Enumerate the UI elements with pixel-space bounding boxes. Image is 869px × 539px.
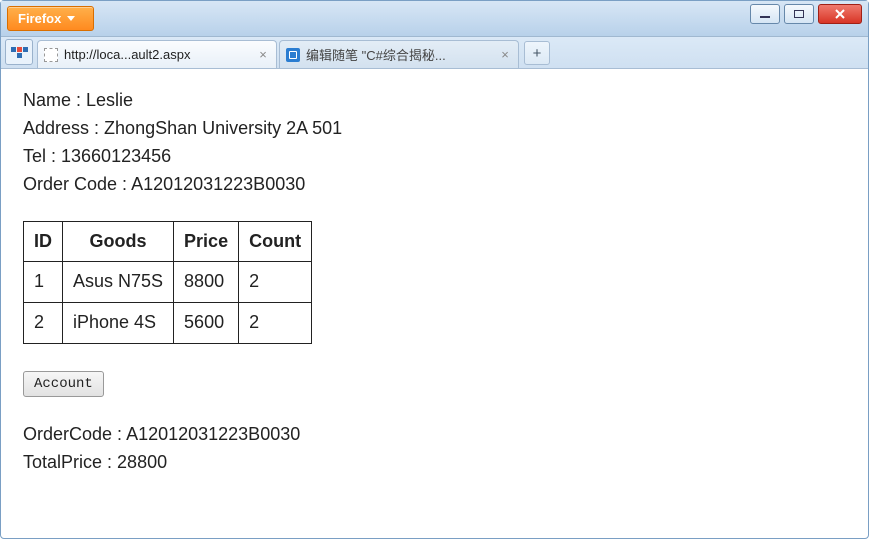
window-controls (750, 4, 862, 24)
result-ordercode-value: A12012031223B0030 (126, 424, 300, 444)
page-favicon-icon (286, 48, 300, 62)
result-totalprice-line: TotalPrice : 28800 (23, 449, 846, 477)
result-block: OrderCode : A12012031223B0030 TotalPrice… (23, 421, 846, 477)
dropdown-arrow-icon (67, 16, 75, 21)
result-ordercode-label: OrderCode : (23, 424, 126, 444)
tab-groups-button[interactable] (5, 39, 33, 65)
firefox-menu-button[interactable]: Firefox (7, 6, 94, 31)
grid-icon (11, 47, 16, 52)
tab-1[interactable]: http://loca...ault2.aspx × (37, 40, 277, 68)
close-button[interactable] (818, 4, 862, 24)
address-label: Address : (23, 118, 104, 138)
address-value: ZhongShan University 2A 501 (104, 118, 342, 138)
tab-title: http://loca...ault2.aspx (64, 47, 250, 62)
new-tab-button[interactable]: + (524, 41, 550, 65)
page-content: Name : Leslie Address : ZhongShan Univer… (1, 69, 868, 495)
cell-goods: Asus N75S (63, 262, 174, 303)
tab-2[interactable]: 编辑随笔 "C#综合揭秘... × (279, 40, 519, 68)
table-header-row: ID Goods Price Count (24, 221, 312, 262)
plus-icon: + (533, 45, 542, 62)
address-line: Address : ZhongShan University 2A 501 (23, 115, 846, 143)
tabbar: http://loca...ault2.aspx × 编辑随笔 "C#综合揭秘.… (1, 37, 868, 69)
order-table: ID Goods Price Count 1 Asus N75S 8800 2 … (23, 221, 312, 345)
cell-goods: iPhone 4S (63, 303, 174, 344)
order-info-block: Name : Leslie Address : ZhongShan Univer… (23, 87, 846, 199)
table-row: 2 iPhone 4S 5600 2 (24, 303, 312, 344)
th-goods: Goods (63, 221, 174, 262)
maximize-icon (794, 10, 804, 18)
cell-price: 5600 (174, 303, 239, 344)
result-ordercode-line: OrderCode : A12012031223B0030 (23, 421, 846, 449)
result-totalprice-label: TotalPrice : (23, 452, 117, 472)
cell-price: 8800 (174, 262, 239, 303)
ordercode-value: A12012031223B0030 (131, 174, 305, 194)
name-label: Name : (23, 90, 86, 110)
tab-title: 编辑随笔 "C#综合揭秘... (306, 45, 492, 64)
th-price: Price (174, 221, 239, 262)
minimize-icon (760, 16, 770, 18)
cell-count: 2 (239, 303, 312, 344)
th-count: Count (239, 221, 312, 262)
ordercode-line: Order Code : A12012031223B0030 (23, 171, 846, 199)
maximize-button[interactable] (784, 4, 814, 24)
account-button[interactable]: Account (23, 371, 104, 397)
cell-id: 1 (24, 262, 63, 303)
tel-value: 13660123456 (61, 146, 171, 166)
name-value: Leslie (86, 90, 133, 110)
th-id: ID (24, 221, 63, 262)
page-favicon-icon (44, 48, 58, 62)
titlebar: Firefox (1, 1, 868, 37)
name-line: Name : Leslie (23, 87, 846, 115)
tab-close-button[interactable]: × (498, 47, 512, 62)
table-row: 1 Asus N75S 8800 2 (24, 262, 312, 303)
tel-label: Tel : (23, 146, 61, 166)
firefox-menu-label: Firefox (18, 11, 61, 26)
tel-line: Tel : 13660123456 (23, 143, 846, 171)
result-totalprice-value: 28800 (117, 452, 167, 472)
tab-close-button[interactable]: × (256, 47, 270, 62)
cell-count: 2 (239, 262, 312, 303)
minimize-button[interactable] (750, 4, 780, 24)
ordercode-label: Order Code : (23, 174, 131, 194)
close-icon (834, 8, 846, 20)
cell-id: 2 (24, 303, 63, 344)
